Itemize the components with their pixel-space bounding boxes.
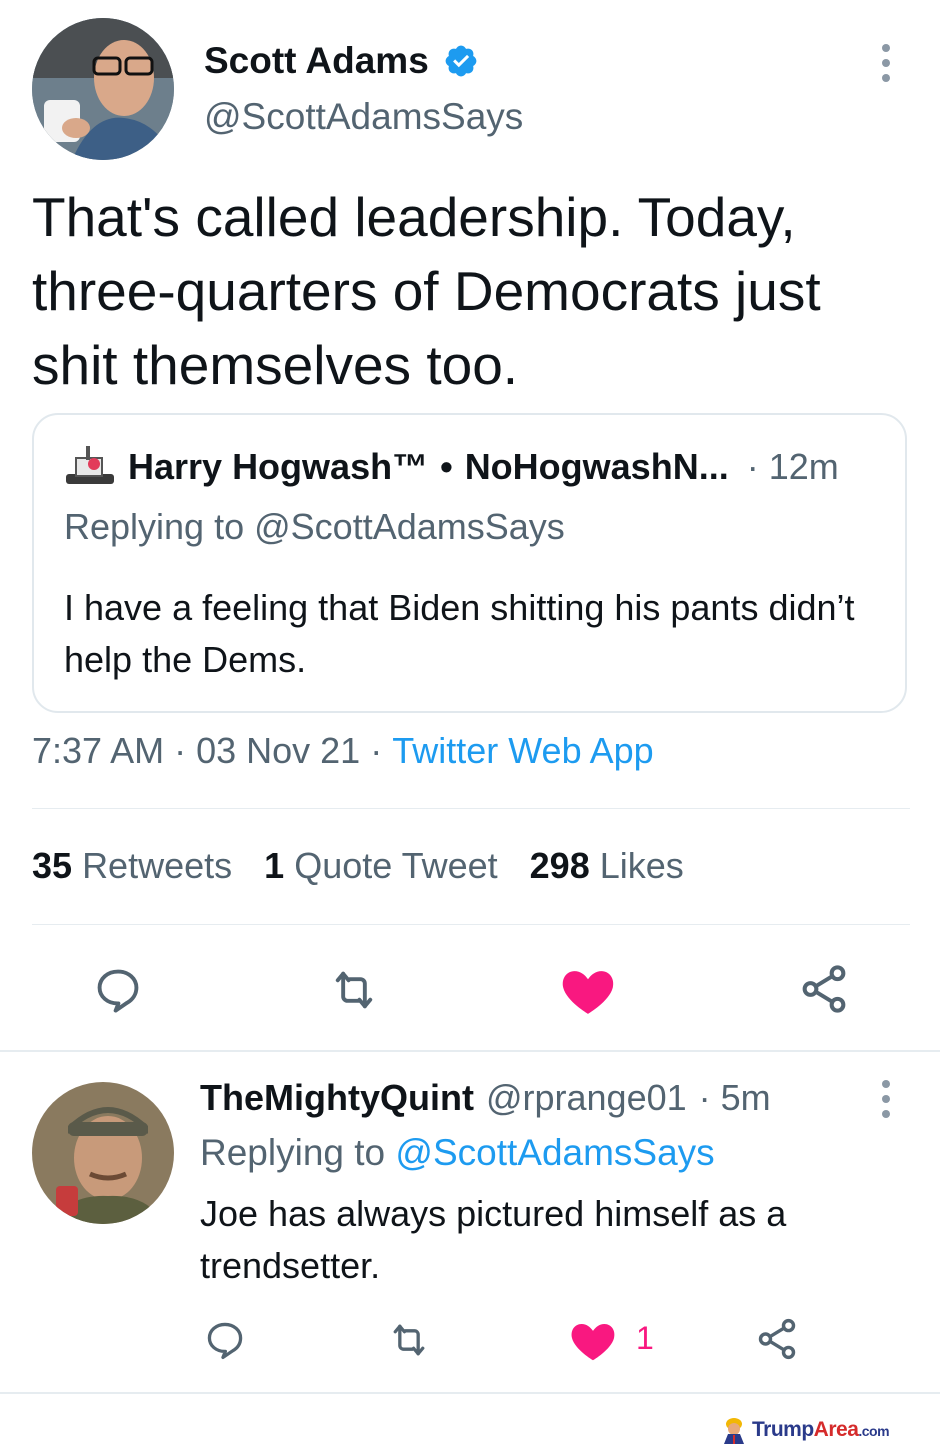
likes-label: Likes [599, 845, 684, 886]
reply-reply-icon[interactable] [200, 1316, 250, 1364]
tweet-source[interactable]: Twitter Web App [392, 730, 653, 772]
reply-more-options-icon[interactable] [882, 1080, 890, 1118]
retweets-label: Retweets [82, 845, 233, 886]
divider-top [32, 808, 910, 809]
reply-time: · 5m [698, 1077, 771, 1118]
author-avatar[interactable] [32, 18, 174, 160]
share-icon[interactable] [794, 960, 854, 1018]
quoted-replying-prefix: Replying to [64, 506, 245, 547]
divider-stats [32, 924, 910, 925]
author-name-text: Scott Adams [204, 40, 429, 81]
reply-avatar-image [32, 1082, 174, 1224]
reply-icon[interactable] [88, 962, 148, 1018]
reply-like-icon[interactable] [568, 1316, 618, 1364]
quoted-text: I have a feeling that Biden shitting his… [64, 587, 855, 680]
reply-avatar[interactable] [32, 1082, 174, 1224]
reply-share-icon[interactable] [752, 1314, 802, 1364]
quoted-time: · 12m [746, 446, 839, 487]
quotes-count: 1 [264, 845, 285, 886]
quoted-author-name[interactable]: Harry Hogwash™ [128, 446, 428, 488]
watermark: TrumpArea.com [722, 1416, 890, 1444]
meta-dot-2: · [370, 730, 383, 771]
reply-replying-to: Replying to @ScottAdamsSays [200, 1132, 715, 1174]
reply-retweet-icon[interactable] [382, 1316, 436, 1364]
watermark-part2: Area [813, 1418, 859, 1441]
reply-replying-handle[interactable]: @ScottAdamsSays [395, 1132, 714, 1173]
divider-section [0, 1050, 940, 1052]
tweet-meta: 7:37 AM · 03 Nov 21 · Twitter Web App [32, 730, 654, 772]
watermark-logo-icon [724, 1418, 744, 1444]
reply-text: Joe has always pictured himself as a tre… [200, 1193, 787, 1286]
reply-header: TheMightyQuint @rprange01 · 5m [200, 1075, 771, 1121]
more-options-icon[interactable] [882, 44, 890, 82]
divider-bottom [0, 1392, 940, 1394]
like-icon[interactable] [558, 962, 618, 1018]
quoted-replying-to: Replying to @ScottAdamsSays [64, 506, 565, 548]
reply-author-name[interactable]: TheMightyQuint [200, 1077, 474, 1119]
quotes-label: Quote Tweet [294, 845, 498, 886]
verified-badge-icon [443, 43, 479, 79]
reply-like-count: 1 [636, 1320, 654, 1356]
retweet-icon[interactable] [322, 962, 386, 1018]
likes-stat[interactable]: 298 Likes [530, 845, 684, 887]
meta-dot-1: · [174, 730, 187, 771]
quoted-replying-handle[interactable]: @ScottAdamsSays [254, 506, 565, 547]
quoted-header: Harry Hogwash™ • NoHogwashN... · 12m [128, 445, 839, 489]
tweet-date[interactable]: 03 Nov 21 [196, 730, 360, 772]
quoted-separator: • [440, 446, 453, 487]
reply-author-handle[interactable]: @rprange01 [486, 1077, 687, 1119]
likes-count: 298 [529, 845, 590, 886]
watermark-part3: .com [858, 1423, 890, 1439]
author-name[interactable]: Scott Adams [204, 38, 479, 84]
watermark-part1: Trump [752, 1418, 814, 1441]
tweet-time[interactable]: 7:37 AM [32, 730, 164, 772]
author-handle[interactable]: @ScottAdamsSays [204, 96, 523, 138]
retweets-stat[interactable]: 35 Retweets [32, 845, 232, 887]
quoted-author-handle[interactable]: NoHogwashN... [465, 446, 729, 488]
tweet-text: That's called leadership. Today, three-q… [32, 186, 821, 396]
quotes-stat[interactable]: 1 Quote Tweet [264, 845, 498, 887]
reply-replying-prefix: Replying to [200, 1132, 386, 1173]
quoted-avatar [64, 440, 116, 492]
author-avatar-image [32, 18, 174, 160]
tweet-stats: 35 Retweets 1 Quote Tweet 298 Likes [32, 845, 684, 887]
retweets-count: 35 [32, 845, 73, 886]
